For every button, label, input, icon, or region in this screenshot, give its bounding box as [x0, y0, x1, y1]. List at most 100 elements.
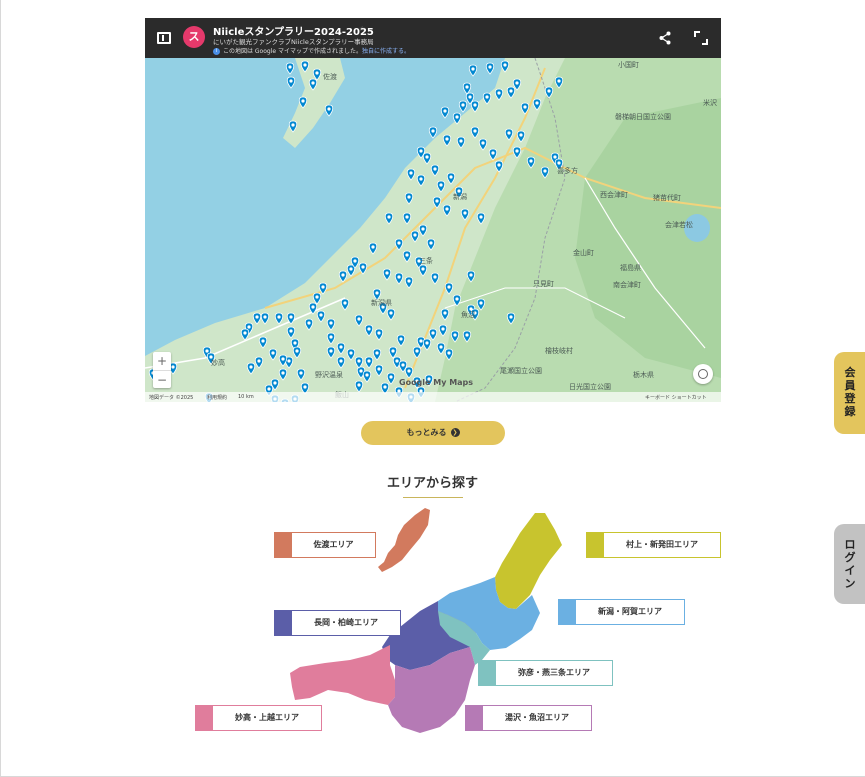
- map-pin-dot: [277, 315, 281, 319]
- area-button-sado[interactable]: 佐渡エリア: [274, 532, 376, 558]
- map-pin-dot: [329, 321, 333, 325]
- map-pin-dot: [481, 141, 485, 145]
- create-own-map-link[interactable]: 独自に作成する。: [362, 48, 410, 55]
- map-pin-dot: [449, 175, 453, 179]
- map-pin-dot: [293, 341, 297, 345]
- map-pin-dot: [367, 327, 371, 331]
- map-pin-dot: [407, 195, 411, 199]
- map-pin-dot: [468, 95, 472, 99]
- place-label-oguni: 小国町: [618, 61, 639, 69]
- map-pin-dot: [557, 79, 561, 83]
- sidebar-toggle-icon[interactable]: [157, 32, 171, 44]
- map-pin-dot: [357, 317, 361, 321]
- map-pin-dot: [447, 351, 451, 355]
- place-label-inawashiro: 猪苗代町: [653, 194, 681, 202]
- area-label-text: 長岡・柏崎エリア: [314, 618, 378, 627]
- area-label-text: 湯沢・魚沼エリア: [505, 713, 569, 722]
- map-pin-dot: [357, 383, 361, 387]
- map-pin-dot: [519, 133, 523, 137]
- area-button-niigata-aga[interactable]: 新潟・阿賀エリア: [558, 599, 685, 625]
- keyboard-shortcuts-link[interactable]: キーボード ショートカット: [645, 394, 707, 401]
- map-pin-dot: [339, 359, 343, 363]
- share-icon[interactable]: [657, 30, 673, 46]
- map-pin-dot: [405, 215, 409, 219]
- terms-link[interactable]: 利用規約: [207, 394, 227, 401]
- map-pin-dot: [301, 99, 305, 103]
- area-swatch: [196, 706, 213, 730]
- map-pin-dot: [315, 295, 319, 299]
- area-swatch: [587, 533, 604, 557]
- map-pin-dot: [383, 385, 387, 389]
- map-pin-dot: [471, 67, 475, 71]
- map-pin-dot: [465, 85, 469, 89]
- map-pin-dot: [453, 333, 457, 337]
- area-shape-murakami[interactable]: [495, 513, 562, 609]
- map-pin-dot: [341, 273, 345, 277]
- map-pin-dot: [205, 349, 209, 353]
- area-button-yuzawa-uonuma[interactable]: 湯沢・魚沼エリア: [465, 705, 592, 731]
- place-label-nishiaizu: 西会津町: [600, 191, 628, 199]
- recenter-icon[interactable]: [693, 364, 713, 384]
- map-pin-dot: [271, 351, 275, 355]
- map-pin-dot: [391, 349, 395, 353]
- area-button-myoko-joetsu[interactable]: 妙高・上越エリア: [195, 705, 322, 731]
- map-pin-dot: [473, 129, 477, 133]
- map-pin-dot: [375, 351, 379, 355]
- map-pin-dot: [491, 151, 495, 155]
- zoom-in-button[interactable]: +: [153, 352, 171, 371]
- area-swatch: [466, 706, 483, 730]
- area-button-murakami-shibata[interactable]: 村上・新発田エリア: [586, 532, 721, 558]
- map-canvas[interactable]: 佐渡 小国町 米沢 磐梯朝日国立公園 喜多方 西会津町 猪苗代町 会津若松 金山…: [145, 58, 721, 402]
- map-pin-dot: [557, 161, 561, 165]
- register-tab[interactable]: 会員登録: [834, 352, 865, 434]
- map-pin-dot: [395, 359, 399, 363]
- map-pin-dot: [401, 363, 405, 367]
- map-pin-dot: [429, 241, 433, 245]
- area-button-yahiko-tsubamesanjo[interactable]: 弥彦・燕三条エリア: [478, 660, 613, 686]
- map-pin-dot: [553, 155, 557, 159]
- map-pin-dot: [431, 129, 435, 133]
- map-pin-dot: [289, 79, 293, 83]
- map-pin-dot: [547, 89, 551, 93]
- login-tab[interactable]: ログイン: [834, 524, 865, 604]
- map-pin-dot: [339, 345, 343, 349]
- fullscreen-icon[interactable]: [694, 31, 708, 45]
- map-pin-dot: [497, 163, 501, 167]
- place-label-aizuwakamatsu: 会津若松: [665, 221, 693, 229]
- place-label-oze: 尾瀬国立公園: [500, 367, 542, 375]
- map-pin-dot: [445, 207, 449, 211]
- map-pin-dot: [327, 107, 331, 111]
- zoom-out-button[interactable]: −: [153, 371, 171, 389]
- place-label-kaneyama: 金山町: [573, 249, 594, 257]
- map-pin-dot: [497, 91, 501, 95]
- map-pin-dot: [441, 327, 445, 331]
- place-label-niigata-pref: 新潟県: [371, 299, 392, 307]
- google-my-maps-embed[interactable]: ス Niicleスタンプラリー2024-2025 ☆ にいがた観光ファンクラブN…: [145, 18, 721, 402]
- area-button-nagaoka-kashiwazaki[interactable]: 長岡・柏崎エリア: [274, 610, 401, 636]
- map-pin-dot: [433, 275, 437, 279]
- map-pin-dot: [397, 275, 401, 279]
- area-shape-myoko[interactable]: [290, 645, 395, 705]
- map-pin-dot: [535, 101, 539, 105]
- map-pin-dot: [413, 233, 417, 237]
- map-pin-dot: [357, 359, 361, 363]
- map-pin-dot: [433, 167, 437, 171]
- map-pin-dot: [515, 81, 519, 85]
- map-pin-dot: [439, 345, 443, 349]
- map-pin-dot: [303, 63, 307, 67]
- map-pin-dot: [515, 149, 519, 153]
- map-pin-dot: [479, 215, 483, 219]
- map-pin-dot: [469, 273, 473, 277]
- map-pin-dot: [349, 351, 353, 355]
- area-shape-sado[interactable]: [378, 508, 430, 572]
- map-pin-dot: [343, 301, 347, 305]
- map-pin-dot: [377, 331, 381, 335]
- map-pin-dot: [485, 95, 489, 99]
- map-pin-dot: [311, 81, 315, 85]
- more-button[interactable]: もっとみる ❯: [361, 421, 505, 445]
- map-pin-dot: [353, 259, 357, 263]
- map-pin-dot: [375, 291, 379, 295]
- star-icon[interactable]: ☆: [359, 25, 365, 33]
- place-label-kitakata: 喜多方: [557, 167, 578, 175]
- map-pin-dot: [523, 105, 527, 109]
